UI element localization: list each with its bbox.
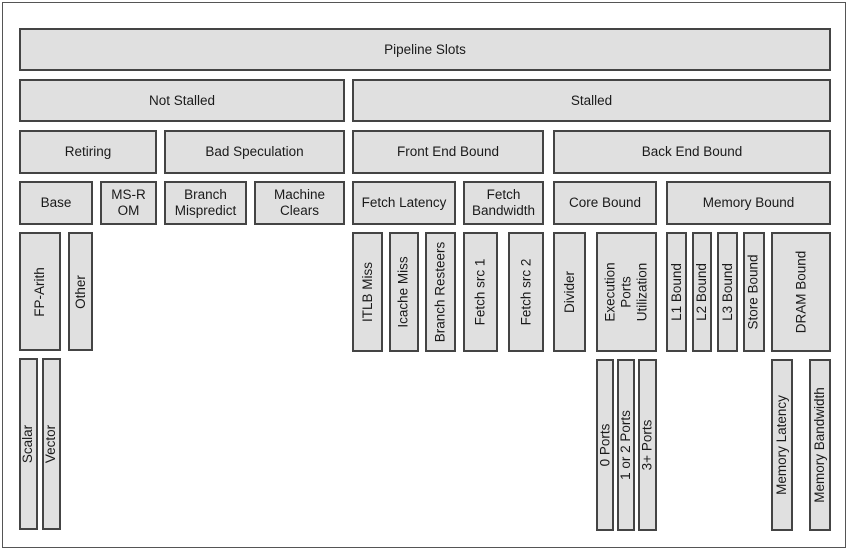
other-label: Other	[72, 274, 88, 309]
divider-box: Divider	[553, 232, 586, 352]
l3-bound-box: L3 Bound	[717, 232, 738, 352]
vector-box: Vector	[42, 358, 61, 530]
ports-0-box: 0 Ports	[596, 359, 614, 531]
l1-bound-label: L1 Bound	[668, 263, 684, 321]
core-bound-label: Core Bound	[568, 195, 642, 210]
fetch-src-1-label: Fetch src 1	[472, 258, 488, 326]
fp-arith-label: FP-Arith	[32, 266, 48, 317]
memory-latency-box: Memory Latency	[771, 359, 793, 531]
base-label: Base	[40, 195, 72, 210]
l3-bound-label: L3 Bound	[719, 263, 735, 321]
fetch-src-2-box: Fetch src 2	[508, 232, 544, 352]
memory-latency-label: Memory Latency	[774, 395, 790, 495]
fetch-src-1-box: Fetch src 1	[463, 232, 498, 352]
back-end-bound-box: Back End Bound	[553, 130, 831, 174]
vector-label: Vector	[43, 424, 59, 464]
l2-bound-box: L2 Bound	[692, 232, 712, 352]
ports-1-or-2-label: 1 or 2 Ports	[618, 410, 633, 480]
l2-bound-label: L2 Bound	[694, 263, 709, 321]
ports-0-label: 0 Ports	[597, 423, 612, 467]
memory-bandwidth-box: Memory Bandwidth	[809, 359, 831, 531]
store-bound-label: Store Bound	[746, 254, 761, 330]
fetch-bandwidth-box: Fetch Bandwidth	[463, 181, 544, 225]
bad-speculation-label: Bad Speculation	[205, 144, 304, 159]
not-stalled-label: Not Stalled	[148, 92, 216, 108]
ports-3-plus-label: 3+ Ports	[639, 419, 655, 471]
fetch-src-2-label: Fetch src 2	[518, 258, 533, 326]
fp-arith-box: FP-Arith	[19, 232, 61, 351]
memory-bandwidth-label: Memory Bandwidth	[812, 387, 827, 503]
itlb-miss-box: ITLB Miss	[352, 232, 383, 352]
pipeline-slots-label: Pipeline Slots	[384, 41, 466, 57]
not-stalled-box: Not Stalled	[19, 79, 345, 122]
front-end-bound-box: Front End Bound	[352, 130, 544, 174]
dram-bound-label: DRAM Bound	[793, 250, 809, 334]
back-end-bound-label: Back End Bound	[641, 144, 743, 159]
itlb-miss-label: ITLB Miss	[359, 261, 375, 323]
icache-miss-box: Icache Miss	[389, 232, 419, 352]
scalar-box: Scalar	[19, 358, 38, 530]
stalled-label: Stalled	[570, 92, 613, 108]
store-bound-box: Store Bound	[743, 232, 765, 352]
ports-3-plus-box: 3+ Ports	[638, 359, 657, 531]
fetch-latency-label: Fetch Latency	[361, 195, 447, 210]
branch-resteers-box: Branch Resteers	[425, 232, 456, 352]
divider-label: Divider	[561, 270, 577, 314]
base-box: Base	[19, 181, 93, 225]
icache-miss-label: Icache Miss	[396, 256, 411, 328]
stalled-box: Stalled	[352, 79, 831, 122]
pipeline-slots-box: Pipeline Slots	[19, 28, 831, 71]
scalar-label: Scalar	[20, 424, 36, 464]
machine-clears-box: Machine Clears	[254, 181, 345, 225]
dram-bound-box: DRAM Bound	[771, 232, 831, 352]
execution-ports-utilization-label: Execution Ports Utilization	[602, 262, 650, 322]
core-bound-box: Core Bound	[553, 181, 657, 225]
fetch-bandwidth-label: Fetch Bandwidth	[471, 187, 536, 218]
l1-bound-box: L1 Bound	[666, 232, 687, 352]
machine-clears-label: Machine Clears	[273, 187, 326, 218]
branch-resteers-label: Branch Resteers	[432, 241, 448, 343]
execution-ports-utilization-box: Execution Ports Utilization	[596, 232, 657, 352]
bad-speculation-box: Bad Speculation	[164, 130, 345, 174]
memory-bound-label: Memory Bound	[702, 195, 795, 210]
ports-1-or-2-box: 1 or 2 Ports	[617, 359, 635, 531]
branch-mispredict-label: Branch Mispredict	[174, 187, 237, 218]
retiring-label: Retiring	[64, 144, 112, 159]
ms-rom-label: MS-ROM	[111, 187, 146, 218]
fetch-latency-box: Fetch Latency	[352, 181, 456, 225]
retiring-box: Retiring	[19, 130, 157, 174]
other-box: Other	[68, 232, 93, 351]
ms-rom-box: MS-ROM	[100, 181, 157, 225]
front-end-bound-label: Front End Bound	[396, 144, 500, 159]
memory-bound-box: Memory Bound	[666, 181, 831, 225]
branch-mispredict-box: Branch Mispredict	[164, 181, 247, 225]
